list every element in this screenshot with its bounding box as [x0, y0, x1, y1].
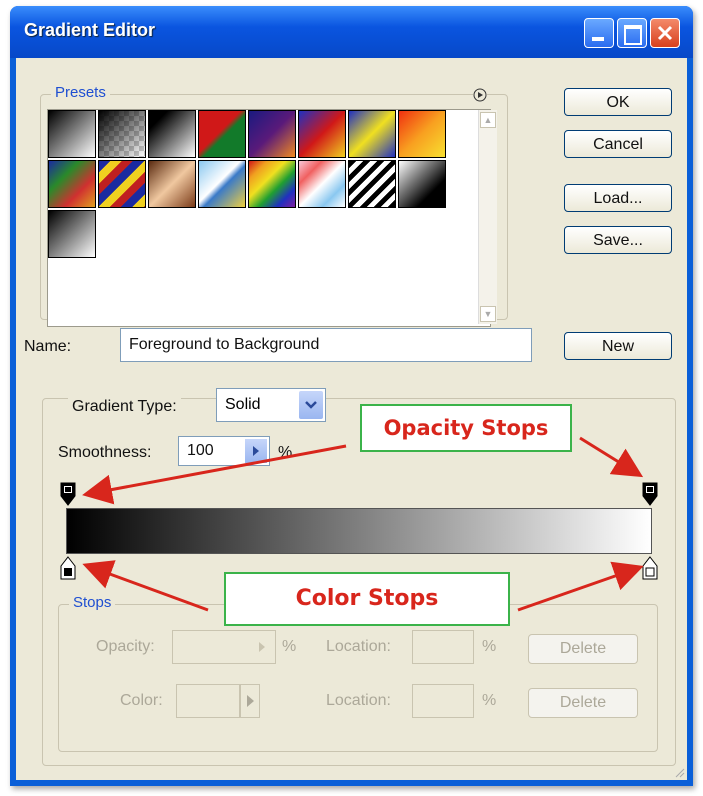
preset-swatch[interactable] [348, 110, 396, 158]
preset-swatch[interactable] [148, 110, 196, 158]
save-button[interactable]: Save... [564, 226, 672, 254]
gradient-type-label: Gradient Type: [68, 398, 181, 416]
smoothness-label: Smoothness: [58, 444, 152, 461]
opacity-stops-annotation: Opacity Stops [360, 404, 572, 452]
color-location-unit: % [482, 692, 497, 709]
gradient-preview-bar[interactable] [66, 508, 652, 554]
opacity-stop-right[interactable] [642, 482, 658, 506]
preset-swatch[interactable] [148, 160, 196, 208]
color-stop-right[interactable] [642, 556, 658, 580]
window-title: Gradient Editor [24, 20, 156, 40]
delete-color-stop-button[interactable]: Delete [528, 688, 638, 718]
stops-group: Stops [58, 594, 658, 752]
preset-swatch[interactable] [248, 160, 296, 208]
smoothness-unit: % [278, 444, 293, 461]
chevron-right-icon [247, 695, 254, 707]
preset-swatch[interactable] [98, 160, 146, 208]
opacity-label: Opacity: [96, 638, 155, 655]
chevron-down-icon[interactable] [299, 391, 323, 419]
opacity-location-label: Location: [326, 638, 391, 655]
presets-group: Presets ▲ ▼ [40, 84, 508, 327]
stops-legend: Stops [69, 594, 116, 611]
color-stops-annotation: Color Stops [224, 572, 510, 626]
preset-swatch[interactable] [98, 110, 146, 158]
preset-swatch[interactable] [298, 160, 346, 208]
opacity-location-unit: % [482, 638, 497, 655]
preset-swatch[interactable] [198, 110, 246, 158]
opacity-field[interactable] [172, 630, 276, 664]
presets-legend: Presets [51, 84, 110, 101]
name-field[interactable]: Foreground to Background [120, 328, 532, 362]
load-button[interactable]: Load... [564, 184, 672, 212]
color-location-field[interactable] [412, 684, 474, 718]
presets-scrollbar[interactable]: ▲ ▼ [478, 110, 497, 324]
preset-swatch[interactable] [48, 210, 96, 258]
presets-menu-icon[interactable] [473, 88, 487, 102]
minimize-icon [592, 37, 604, 41]
scroll-down-icon[interactable]: ▼ [480, 306, 496, 322]
chevron-right-icon[interactable] [251, 634, 273, 660]
close-icon [657, 25, 673, 41]
presets-list: ▲ ▼ [47, 109, 497, 327]
smoothness-value: 100 [187, 442, 214, 459]
ok-button[interactable]: OK [564, 88, 672, 116]
title-bar[interactable]: Gradient Editor [10, 6, 693, 58]
dialog-body: Presets ▲ ▼ OK Cancel Load... Save... Na… [16, 58, 687, 780]
scroll-up-icon[interactable]: ▲ [480, 112, 496, 128]
gradient-type-select[interactable]: Solid [216, 388, 326, 422]
new-button[interactable]: New [564, 332, 672, 360]
opacity-location-field[interactable] [412, 630, 474, 664]
color-swatch-field[interactable] [176, 684, 240, 718]
cancel-button[interactable]: Cancel [564, 130, 672, 158]
preset-swatch[interactable] [398, 110, 446, 158]
chevron-right-icon[interactable] [245, 439, 267, 463]
minimize-button[interactable] [584, 18, 614, 48]
name-label: Name: [24, 338, 72, 355]
color-label: Color: [120, 692, 163, 709]
maximize-icon [624, 25, 642, 45]
preset-swatch[interactable] [198, 160, 246, 208]
color-options-button[interactable] [240, 684, 260, 718]
resize-grip-icon[interactable] [673, 766, 685, 778]
preset-swatch[interactable] [48, 110, 96, 158]
opacity-unit: % [282, 638, 297, 655]
preset-swatch[interactable] [248, 110, 296, 158]
preset-swatch[interactable] [348, 160, 396, 208]
delete-opacity-stop-button[interactable]: Delete [528, 634, 638, 664]
gradient-type-value: Solid [225, 396, 261, 413]
color-stop-left[interactable] [60, 556, 76, 580]
preset-swatch[interactable] [298, 110, 346, 158]
opacity-stop-left[interactable] [60, 482, 76, 506]
preset-swatch[interactable] [398, 160, 446, 208]
smoothness-field[interactable]: 100 [178, 436, 270, 466]
maximize-button[interactable] [617, 18, 647, 48]
color-location-label: Location: [326, 692, 391, 709]
preset-swatch[interactable] [48, 160, 96, 208]
gradient-editor-window: Gradient Editor Presets ▲ ▼ OK Cancel Lo… [10, 6, 693, 786]
close-button[interactable] [650, 18, 680, 48]
